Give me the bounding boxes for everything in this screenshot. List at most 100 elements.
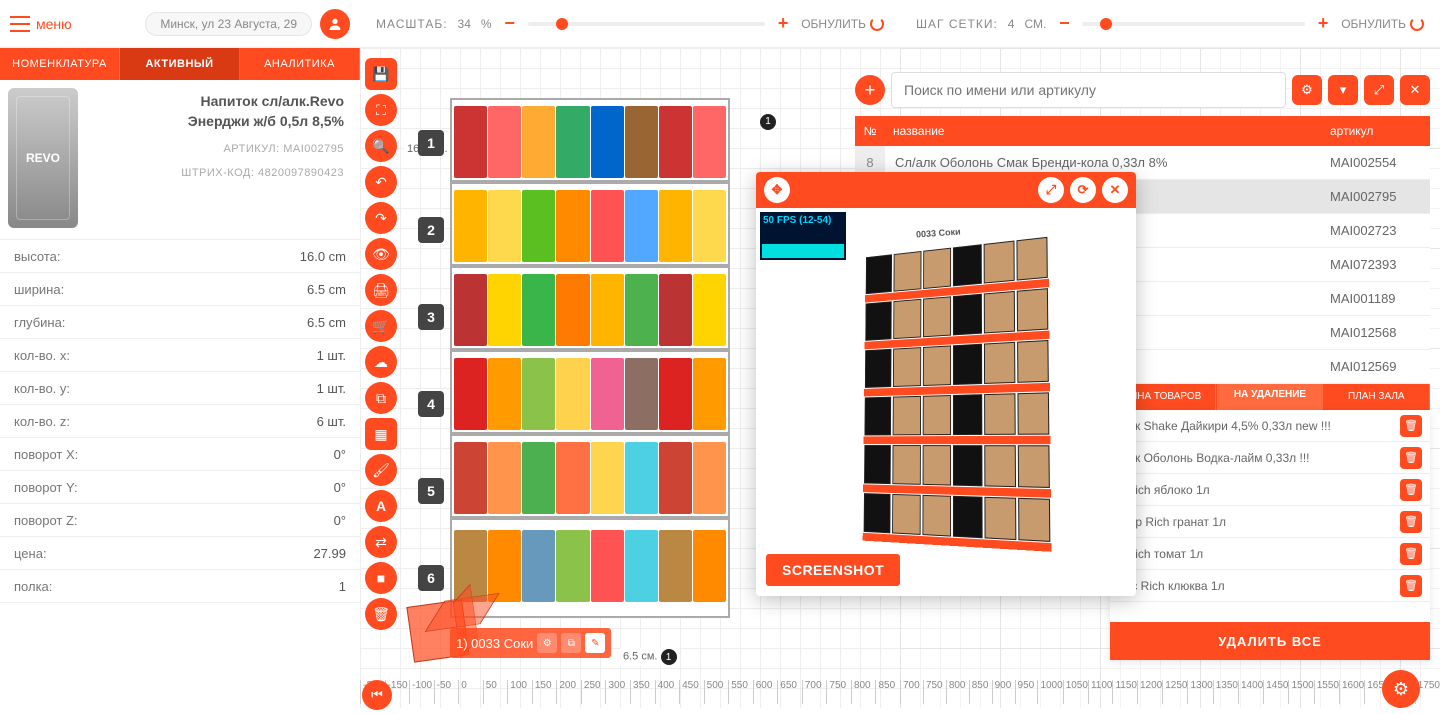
rewind-button[interactable]: ⏮ [362, 680, 392, 710]
product-facing[interactable] [625, 358, 658, 430]
screenshot-button[interactable]: SCREENSHOT [766, 554, 900, 586]
product-facing[interactable] [659, 358, 692, 430]
property-row[interactable]: высота:16.0 cm [0, 240, 360, 273]
shelf[interactable] [452, 184, 728, 268]
shelf[interactable] [452, 100, 728, 184]
preview-3d-body[interactable]: 50 FPS (12-54) 0033 Соки SCREENSHOT [756, 208, 1136, 596]
product-facing[interactable] [454, 274, 487, 346]
property-row[interactable]: кол-во. x:1 шт. [0, 339, 360, 372]
settings-floating-button[interactable]: ⚙ [1382, 670, 1420, 708]
property-row[interactable]: кол-во. y:1 шт. [0, 372, 360, 405]
property-row[interactable]: цена:27.99 [0, 537, 360, 570]
block-copy-icon[interactable]: ⧉ [561, 633, 581, 653]
fullscreen-button[interactable]: ⛶ [365, 94, 397, 126]
product-facing[interactable] [454, 190, 487, 262]
grid-plus-button[interactable]: + [1315, 16, 1331, 32]
scale-slider[interactable] [528, 22, 766, 26]
delete-all-button[interactable]: УДАЛИТЬ ВСЕ [1110, 622, 1430, 660]
product-facing[interactable] [488, 106, 521, 178]
rack-3d[interactable] [863, 236, 1052, 552]
product-facing[interactable] [522, 274, 555, 346]
settings-button[interactable]: ⚙ [1292, 75, 1322, 105]
search-button[interactable]: 🔍 [365, 130, 397, 162]
product-facing[interactable] [488, 358, 521, 430]
trash-icon[interactable]: 🗑 [1400, 479, 1422, 501]
expand-button[interactable]: ⤢ [1364, 75, 1394, 105]
product-facing[interactable] [488, 530, 521, 602]
product-facing[interactable] [625, 530, 658, 602]
close-button[interactable]: ✕ [1400, 75, 1430, 105]
print-button[interactable]: 🖨 [365, 274, 397, 306]
product-facing[interactable] [454, 442, 487, 514]
grid-slider[interactable] [1082, 22, 1305, 26]
product-facing[interactable] [522, 190, 555, 262]
product-facing[interactable] [693, 274, 726, 346]
grid-reset-button[interactable]: ОБНУЛИТЬ [1341, 17, 1424, 31]
redo-button[interactable]: ↷ [365, 202, 397, 234]
block-settings-icon[interactable]: ⚙ [537, 633, 557, 653]
grid-minus-button[interactable]: − [1056, 16, 1072, 32]
cart-button[interactable]: 🛒 [365, 310, 397, 342]
product-facing[interactable] [454, 106, 487, 178]
property-row[interactable]: поворот X:0° [0, 438, 360, 471]
product-facing[interactable] [522, 530, 555, 602]
property-row[interactable]: поворот Z:0° [0, 504, 360, 537]
upload-button[interactable]: ☁ [365, 346, 397, 378]
product-facing[interactable] [659, 106, 692, 178]
product-facing[interactable] [556, 530, 589, 602]
deletion-row[interactable]: /алк Оболонь Водка-лайм 0,33л !!!🗑 [1110, 442, 1430, 474]
property-row[interactable]: поворот Y:0° [0, 471, 360, 504]
tab-floor-plan[interactable]: ПЛАН ЗАЛА [1324, 382, 1430, 410]
deletion-row[interactable]: к Rich яблоко 1л🗑 [1110, 474, 1430, 506]
tab-nomenclature[interactable]: НОМЕНКЛАТУРА [0, 48, 120, 80]
property-row[interactable]: глубина:6.5 cm [0, 306, 360, 339]
preview-3d-window[interactable]: ✥ ⤢ ⟳ ✕ 50 FPS (12-54) 0033 Соки SCREENS… [756, 172, 1136, 596]
move-button[interactable]: ✥ [764, 177, 790, 203]
product-facing[interactable] [625, 442, 658, 514]
product-facing[interactable] [625, 190, 658, 262]
preview-close-button[interactable]: ✕ [1102, 177, 1128, 203]
save-button[interactable]: 💾 [365, 58, 397, 90]
collapse-button[interactable]: ▾ [1328, 75, 1358, 105]
product-facing[interactable] [591, 190, 624, 262]
product-facing[interactable] [693, 190, 726, 262]
trash-icon[interactable]: 🗑 [1400, 543, 1422, 565]
preview-fullscreen-button[interactable]: ⤢ [1038, 177, 1064, 203]
property-row[interactable]: ширина:6.5 cm [0, 273, 360, 306]
undo-button[interactable]: ↶ [365, 166, 397, 198]
block-edit-icon[interactable]: ✎ [585, 633, 605, 653]
location-text[interactable]: Минск, ул 23 Августа, 29 [145, 12, 312, 36]
product-facing[interactable] [659, 442, 692, 514]
product-facing[interactable] [591, 442, 624, 514]
scale-plus-button[interactable]: + [775, 16, 791, 32]
trash-icon[interactable]: 🗑 [1400, 415, 1422, 437]
shelf[interactable] [452, 436, 728, 520]
duplicate-button[interactable]: ⧉ [365, 382, 397, 414]
product-facing[interactable] [693, 106, 726, 178]
preview-3d-header[interactable]: ✥ ⤢ ⟳ ✕ [756, 172, 1136, 208]
trash-icon[interactable]: 🗑 [1400, 575, 1422, 597]
deletion-row[interactable]: /алк Shake Дайкири 4,5% 0,33л new !!!🗑 [1110, 410, 1430, 442]
deletion-row[interactable]: к Rich томат 1л🗑 [1110, 538, 1430, 570]
trash-icon[interactable]: 🗑 [1400, 447, 1422, 469]
preview-refresh-button[interactable]: ⟳ [1070, 177, 1096, 203]
stop-button[interactable]: ■ [365, 562, 397, 594]
product-facing[interactable] [556, 442, 589, 514]
product-facing[interactable] [556, 274, 589, 346]
user-avatar[interactable] [320, 9, 350, 39]
text-button[interactable]: A [365, 490, 397, 522]
product-facing[interactable] [488, 190, 521, 262]
search-input[interactable] [891, 72, 1286, 108]
product-facing[interactable] [556, 190, 589, 262]
brush-button[interactable]: 🖌 [365, 454, 397, 486]
product-facing[interactable] [693, 358, 726, 430]
product-facing[interactable] [693, 442, 726, 514]
rack[interactable]: 123456 [450, 98, 730, 618]
scale-minus-button[interactable]: − [502, 16, 518, 32]
tab-active[interactable]: АКТИВНЫЙ [120, 48, 240, 80]
slider-thumb[interactable] [1100, 18, 1112, 30]
product-facing[interactable] [556, 358, 589, 430]
shelf[interactable] [452, 352, 728, 436]
deletion-row[interactable]: ктар Rich гранат 1л🗑 [1110, 506, 1430, 538]
product-facing[interactable] [591, 274, 624, 346]
